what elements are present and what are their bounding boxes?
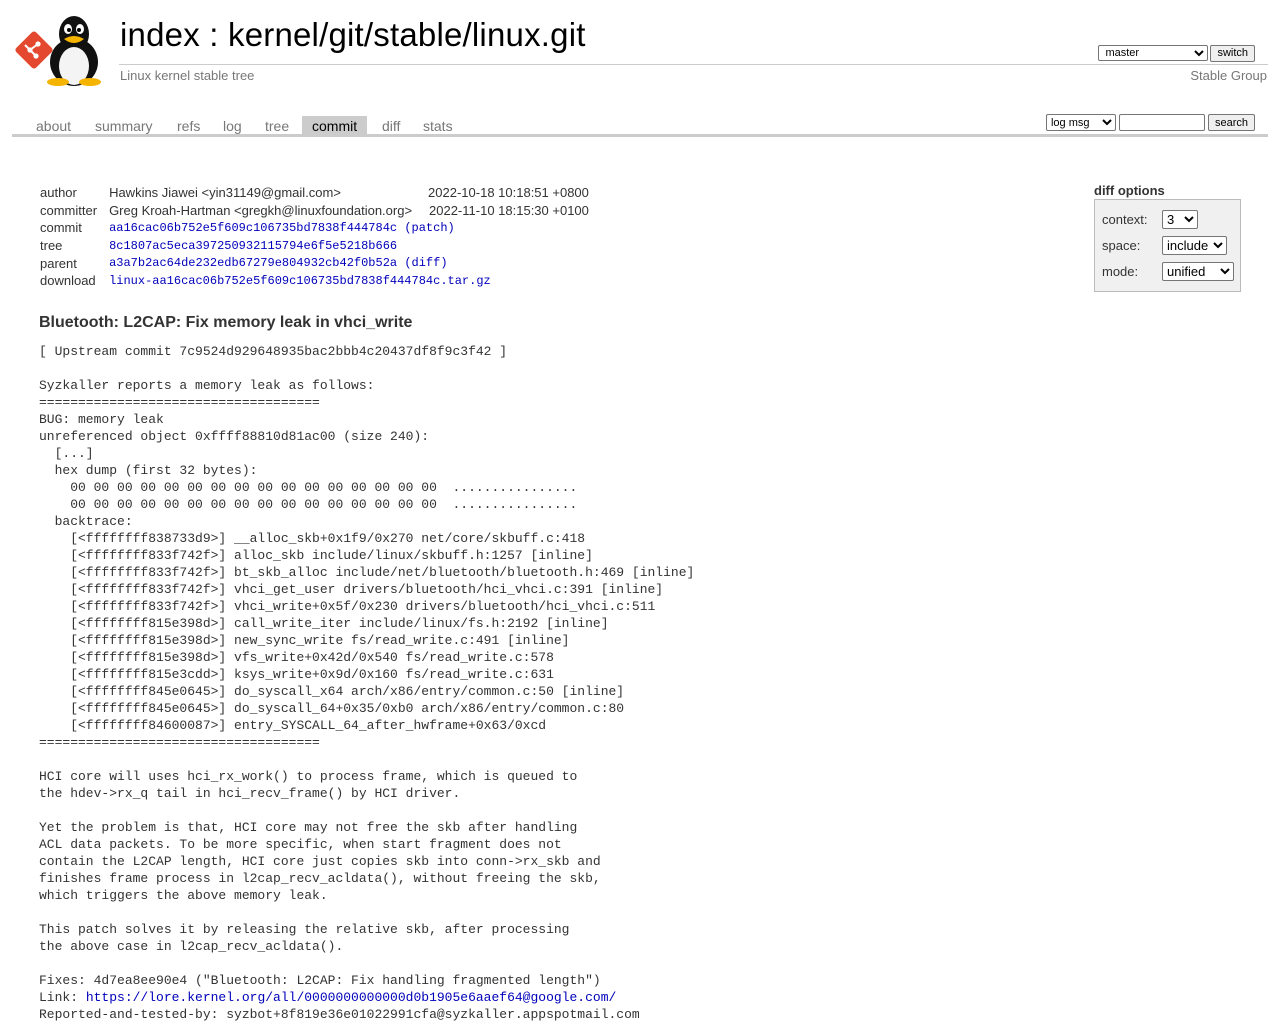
search-form: log msg search: [1045, 114, 1255, 131]
message-trailer-text: Reported-and-tested-by: syzbot+8f819e36e…: [39, 1007, 640, 1022]
lore-link[interactable]: https://lore.kernel.org/all/000000000000…: [86, 990, 617, 1005]
parent-label: parent: [40, 255, 77, 271]
context-label: context:: [1102, 212, 1148, 227]
commit-sha-cell: aa16cac06b752e5f609c106735bd7838f444784c…: [105, 219, 593, 237]
commit-sha-link[interactable]: aa16cac06b752e5f609c106735bd7838f444784c: [109, 221, 397, 235]
tab-refs[interactable]: refs: [167, 116, 210, 135]
parent-diff-link[interactable]: (diff): [404, 256, 447, 270]
author-row: author Hawkins Jiawei <yin31149@gmail.co…: [36, 184, 593, 202]
search-button[interactable]: search: [1207, 114, 1255, 131]
committer-value: Greg Kroah-Hartman <gregkh@linuxfoundati…: [109, 202, 413, 218]
search-input[interactable]: [1118, 114, 1205, 131]
tab-diff[interactable]: diff: [372, 116, 410, 135]
committer-row: committer Greg Kroah-Hartman <gregkh@lin…: [36, 202, 593, 220]
message-body-text: [ Upstream commit 7c9524d929648935bac2bb…: [39, 344, 695, 1005]
title-separator: :: [199, 16, 228, 53]
mode-label: mode:: [1102, 264, 1139, 279]
author-value: Hawkins Jiawei <yin31149@gmail.com>: [109, 185, 341, 201]
parent-sha-link[interactable]: a3a7b2ac64de232edb67279e804932cb42f0b52a: [109, 256, 397, 270]
tree-sha-link[interactable]: 8c1807ac5eca397250932115794e6f5e5218b666: [109, 239, 397, 253]
space-label: space:: [1102, 238, 1141, 253]
switch-button[interactable]: switch: [1210, 44, 1255, 62]
parent-sha-cell: a3a7b2ac64de232edb67279e804932cb42f0b52a…: [105, 254, 593, 272]
author-date: 2022-10-18 10:18:51 +0800: [428, 185, 589, 201]
download-label: download: [40, 273, 96, 289]
parent-row: parent a3a7b2ac64de232edb67279e804932cb4…: [36, 254, 593, 272]
download-cell: linux-aa16cac06b752e5f609c106735bd7838f4…: [105, 272, 593, 290]
commit-message: [ Upstream commit 7c9524d929648935bac2bb…: [39, 343, 694, 1023]
committer-date: 2022-11-10 18:15:30 +0100: [429, 202, 589, 218]
diff-options-heading: diff options: [1094, 183, 1165, 198]
search-type-select[interactable]: log msg: [1045, 114, 1116, 131]
index-link[interactable]: index: [120, 16, 200, 53]
tree-label: tree: [40, 238, 63, 254]
tree-row: tree 8c1807ac5eca397250932115794e6f5e521…: [36, 237, 593, 255]
commit-label: commit: [40, 220, 82, 236]
commit-subject: Bluetooth: L2CAP: Fix memory leak in vhc…: [39, 314, 413, 331]
mode-select[interactable]: unified: [1162, 262, 1234, 281]
committer-label: committer: [40, 202, 98, 218]
space-select[interactable]: include: [1162, 236, 1227, 255]
commit-info-table: author Hawkins Jiawei <yin31149@gmail.co…: [36, 184, 593, 290]
branch-switch-form: masterswitch: [1098, 44, 1255, 62]
tab-stats[interactable]: stats: [413, 116, 463, 135]
commit-row: commit aa16cac06b752e5f609c106735bd7838f…: [36, 219, 593, 237]
diff-options-panel: diff options context: 3 space: include m…: [1094, 183, 1241, 292]
author-label: author: [40, 185, 77, 201]
repo-path-link[interactable]: kernel/git/stable/linux.git: [228, 16, 586, 53]
download-link[interactable]: linux-aa16cac06b752e5f609c106735bd7838f4…: [109, 274, 491, 288]
tab-log[interactable]: log: [213, 116, 252, 135]
tab-bar: about summary refs log tree commit diff …: [12, 114, 1268, 137]
repo-owner: Stable Group: [1190, 68, 1267, 83]
tab-commit[interactable]: commit: [302, 116, 368, 135]
download-row: download linux-aa16cac06b752e5f609c10673…: [36, 272, 593, 290]
repo-description: Linux kernel stable tree: [120, 68, 255, 83]
repo-title: index : kernel/git/stable/linux.git: [120, 16, 586, 54]
tab-tree[interactable]: tree: [255, 116, 299, 135]
cgit-logo[interactable]: [14, 12, 110, 86]
tab-about[interactable]: about: [26, 116, 81, 135]
header-divider: [119, 64, 1268, 65]
diff-options-box: context: 3 space: include mode: unified: [1094, 199, 1241, 292]
context-select[interactable]: 3: [1162, 210, 1198, 229]
tab-summary[interactable]: summary: [85, 116, 163, 135]
tree-sha-cell: 8c1807ac5eca397250932115794e6f5e5218b666: [105, 237, 593, 255]
branch-select[interactable]: master: [1098, 45, 1209, 61]
patch-link[interactable]: (patch): [404, 221, 454, 235]
